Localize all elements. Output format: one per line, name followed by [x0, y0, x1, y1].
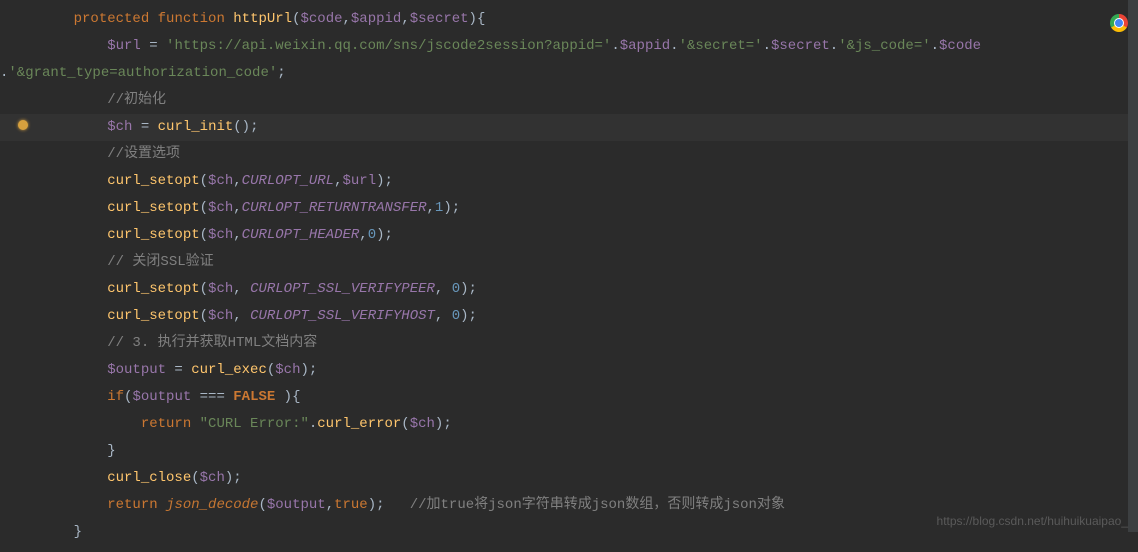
code-line: //初始化 [0, 87, 1138, 114]
code-line: // 3. 执行并获取HTML文档内容 [0, 330, 1138, 357]
code-line: $url = 'https://api.weixin.qq.com/sns/js… [0, 33, 1138, 60]
code-line: return "CURL Error:".curl_error($ch); [0, 411, 1138, 438]
code-line: // 关闭SSL验证 [0, 249, 1138, 276]
code-line: curl_setopt($ch,CURLOPT_URL,$url); [0, 168, 1138, 195]
code-line: $output = curl_exec($ch); [0, 357, 1138, 384]
code-line: .'&grant_type=authorization_code'; [0, 60, 1138, 87]
code-line: //设置选项 [0, 141, 1138, 168]
code-line: } [0, 438, 1138, 465]
code-line-current: $ch = curl_init(); [0, 114, 1138, 141]
code-line: curl_setopt($ch,CURLOPT_HEADER,0); [0, 222, 1138, 249]
code-line: curl_setopt($ch, CURLOPT_SSL_VERIFYHOST,… [0, 303, 1138, 330]
bulb-icon[interactable] [18, 120, 28, 130]
code-line: curl_close($ch); [0, 465, 1138, 492]
code-line: curl_setopt($ch,CURLOPT_RETURNTRANSFER,1… [0, 195, 1138, 222]
code-line: protected function httpUrl($code,$appid,… [0, 6, 1138, 33]
code-line: curl_setopt($ch, CURLOPT_SSL_VERIFYPEER,… [0, 276, 1138, 303]
code-line: if($output === FALSE ){ [0, 384, 1138, 411]
code-editor[interactable]: protected function httpUrl($code,$appid,… [0, 0, 1138, 552]
watermark-text: https://blog.csdn.net/huihuikuaipao_ [937, 514, 1128, 528]
vertical-scrollbar[interactable] [1128, 0, 1138, 532]
